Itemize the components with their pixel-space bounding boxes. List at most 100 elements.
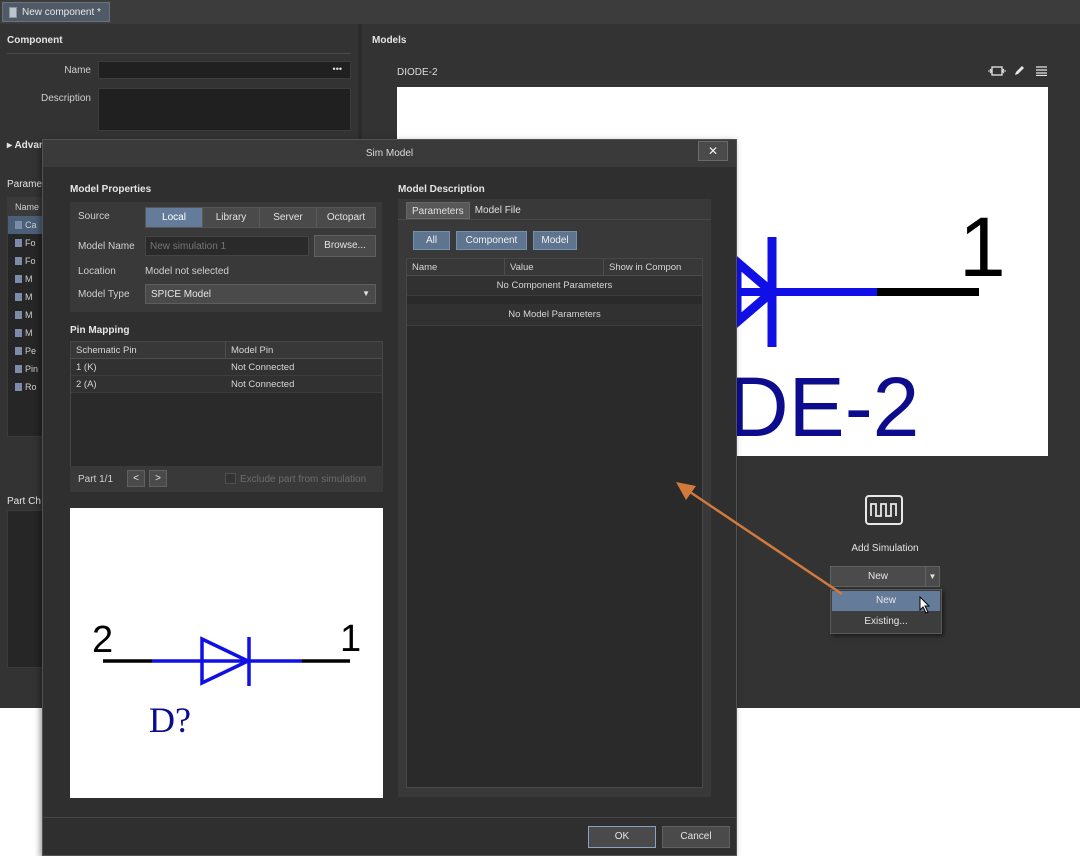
dialog-titlebar: Sim Model ✕: [43, 140, 736, 167]
name-field[interactable]: •••: [98, 61, 351, 79]
schematic-pin-cell: 2 (A): [76, 379, 97, 390]
advanced-toggle[interactable]: ▸ Advan: [7, 140, 45, 151]
param-column-header: Name: [8, 198, 44, 216]
new-simulation-split-button[interactable]: New ▼: [830, 566, 940, 587]
hamburger-menu-icon[interactable]: [1036, 66, 1047, 79]
param-row-label: Ro: [25, 382, 37, 392]
menu-item-existing[interactable]: Existing...: [832, 612, 940, 632]
component-panel-title: Component: [7, 35, 63, 46]
param-rows: Ca Fo Fo M M M M Pe Pin Ro: [8, 216, 44, 396]
name-label: Name: [64, 65, 91, 76]
advanced-label: Advan: [14, 140, 45, 151]
col-model-pin[interactable]: Model Pin: [226, 342, 382, 358]
col-name[interactable]: Name: [407, 259, 505, 275]
pin-left-label: 2: [92, 619, 114, 661]
new-button-label[interactable]: New: [831, 567, 925, 586]
model-name-input[interactable]: [145, 236, 309, 256]
model-pin-cell: Not Connected: [231, 379, 295, 390]
tab-model-file[interactable]: Model File: [470, 202, 526, 219]
param-row-label: Pin: [25, 364, 39, 374]
preview-designator-text: DE-2: [728, 360, 920, 454]
chevron-down-icon: ▼: [362, 289, 370, 298]
description-field[interactable]: [98, 88, 351, 131]
previous-part-button[interactable]: <: [127, 470, 145, 487]
divider: [398, 219, 711, 220]
param-row[interactable]: M: [8, 306, 44, 324]
parameter-icon: [15, 311, 22, 319]
exclude-checkbox[interactable]: [225, 473, 236, 484]
col-value[interactable]: Value: [505, 259, 604, 275]
col-show-in-component[interactable]: Show in Compon: [604, 259, 702, 275]
models-panel-title: Models: [372, 35, 407, 46]
document-tab[interactable]: New component *: [2, 2, 110, 22]
source-library-button[interactable]: Library: [203, 208, 260, 227]
parameters-list: Name Ca Fo Fo M M M M Pe Pin Ro: [7, 197, 45, 437]
model-type-label: Model Type: [78, 289, 130, 300]
param-row-label: Fo: [25, 256, 36, 266]
cancel-button[interactable]: Cancel: [662, 826, 730, 848]
parameter-icon: [15, 257, 22, 265]
source-octopart-button[interactable]: Octopart: [317, 208, 375, 227]
filter-component-button[interactable]: Component: [456, 231, 527, 250]
param-row-label: Ca: [25, 220, 37, 230]
document-icon: [9, 6, 17, 18]
param-row[interactable]: Pin: [8, 360, 44, 378]
name-field-menu-icon[interactable]: •••: [333, 64, 342, 74]
param-row[interactable]: Pe: [8, 342, 44, 360]
parameter-icon: [15, 329, 22, 337]
param-row[interactable]: Ro: [8, 378, 44, 396]
fit-view-icon[interactable]: [988, 65, 1006, 80]
param-row[interactable]: Ca: [8, 216, 44, 234]
edit-pencil-icon[interactable]: [1013, 65, 1025, 80]
close-icon[interactable]: ✕: [698, 141, 728, 161]
parameter-icon: [15, 293, 22, 301]
exclude-label: Exclude part from simulation: [240, 474, 367, 485]
param-row[interactable]: M: [8, 270, 44, 288]
model-description-group: Parameters Model File All Component Mode…: [398, 199, 711, 797]
preview-pin-label: 1: [959, 200, 1006, 294]
no-component-params-text: No Component Parameters: [496, 280, 613, 291]
parameter-icon: [15, 383, 22, 391]
sim-model-dialog: Sim Model ✕ Model Properties Source Loca…: [42, 139, 737, 856]
pin-right-label: 1: [340, 618, 362, 660]
no-model-params-row: No Model Parameters: [407, 304, 702, 326]
source-local-button[interactable]: Local: [146, 208, 203, 227]
no-model-params-text: No Model Parameters: [508, 309, 601, 320]
next-part-button[interactable]: >: [149, 470, 167, 487]
browse-button[interactable]: Browse...: [314, 235, 376, 257]
filter-model-button[interactable]: Model: [533, 231, 577, 250]
row-spacer: [407, 296, 702, 304]
param-row[interactable]: M: [8, 324, 44, 342]
simulation-waveform-icon: [865, 495, 903, 525]
model-type-select[interactable]: SPICE Model ▼: [145, 284, 376, 304]
location-label: Location: [78, 266, 116, 277]
source-label: Source: [78, 211, 110, 222]
add-simulation-label: Add Simulation: [851, 543, 919, 554]
filter-all-button[interactable]: All: [413, 231, 450, 250]
parameter-icon: [15, 275, 22, 283]
table-row[interactable]: 2 (A) Not Connected: [71, 376, 382, 393]
schematic-pin-cell: 1 (K): [76, 362, 97, 373]
pin-mapping-footer: Part 1/1 < > Exclude part from simulatio…: [70, 466, 383, 492]
param-row-label: Fo: [25, 238, 36, 248]
param-row[interactable]: M: [8, 288, 44, 306]
divider: [7, 53, 351, 54]
source-server-button[interactable]: Server: [260, 208, 317, 227]
param-row-label: Pe: [25, 346, 37, 356]
part-choices-area: [7, 510, 45, 668]
param-row[interactable]: Fo: [8, 234, 44, 252]
table-row[interactable]: 1 (K) Not Connected: [71, 359, 382, 376]
param-row-label: M: [25, 274, 33, 284]
chevron-down-icon[interactable]: ▼: [925, 567, 939, 586]
tab-parameters[interactable]: Parameters: [406, 202, 470, 219]
model-properties-title: Model Properties: [70, 184, 152, 195]
model-name-label: Model Name: [78, 241, 135, 252]
part-label: Part 1/1: [78, 474, 114, 485]
col-schematic-pin[interactable]: Schematic Pin: [71, 342, 226, 358]
param-row[interactable]: Fo: [8, 252, 44, 270]
parameters-table: Name Value Show in Compon No Component P…: [406, 258, 703, 788]
ok-button[interactable]: OK: [588, 826, 656, 848]
dialog-title: Sim Model: [365, 148, 414, 159]
parameter-icon: [15, 347, 22, 355]
location-value: Model not selected: [145, 266, 229, 277]
